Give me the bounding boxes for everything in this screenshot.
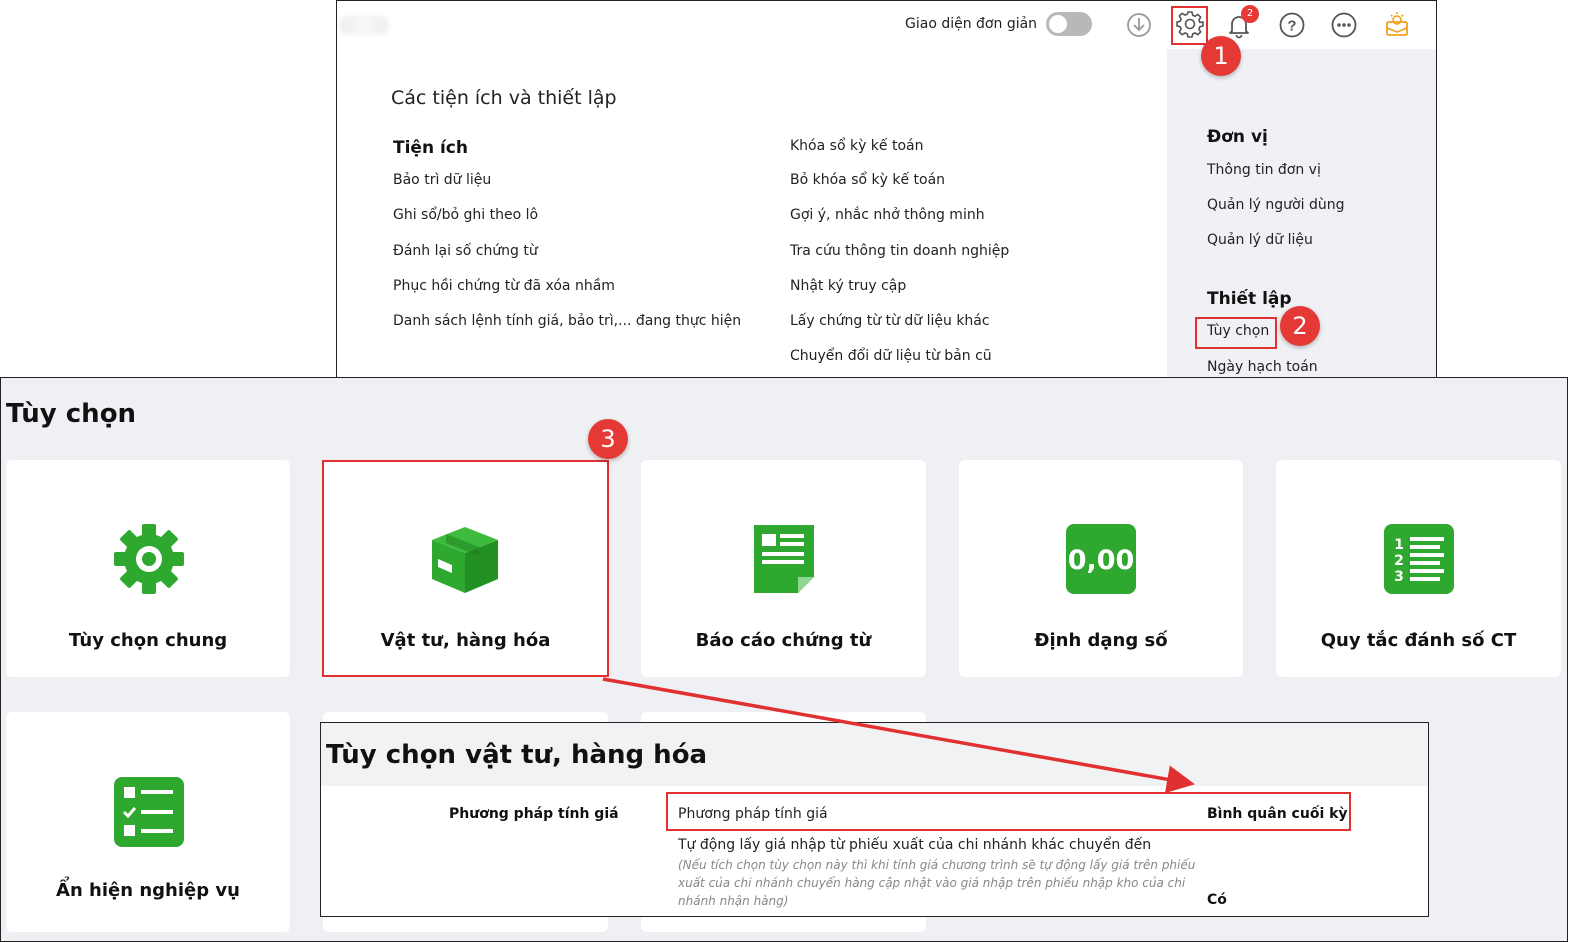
auto-import-price-note: (Nếu tích chọn tùy chọn này thì khi tính…: [678, 858, 1196, 908]
auto-import-price-value[interactable]: Có: [1207, 892, 1227, 908]
utility-link-smart-reminders[interactable]: Gợi ý, nhắc nhở thông minh: [790, 207, 985, 223]
costing-section-label: Phương pháp tính giá: [449, 806, 619, 822]
svg-text:2: 2: [1394, 553, 1404, 569]
utility-link-data-maintenance[interactable]: Bảo trì dữ liệu: [393, 172, 491, 188]
detail-title: Tùy chọn vật tư, hàng hóa: [326, 740, 708, 770]
utility-link-convert-old-data[interactable]: Chuyển đổi dữ liệu từ bản cũ: [790, 348, 992, 364]
utilities-page-title: Các tiện ích và thiết lập: [391, 87, 617, 109]
utility-link-business-lookup[interactable]: Tra cứu thông tin doanh nghiệp: [790, 243, 1009, 259]
notification-count-badge: 2: [1241, 5, 1259, 23]
help-icon[interactable]: ?: [1277, 10, 1307, 40]
number-format-icon-text: 0,00: [1068, 545, 1135, 576]
more-options-icon[interactable]: [1329, 10, 1359, 40]
option-card-general[interactable]: Tùy chọn chung: [6, 460, 290, 677]
option-card-number-format[interactable]: 0,00 Định dạng số: [959, 460, 1243, 677]
option-card-label: Tùy chọn chung: [68, 630, 228, 651]
utility-link-renumber-vouchers[interactable]: Đánh lại số chứng từ: [393, 243, 538, 259]
gear-icon: [114, 524, 184, 594]
step-badge-3: 3: [588, 419, 628, 459]
utility-link-running-jobs[interactable]: Danh sách lệnh tính giá, bảo trì,... đan…: [393, 313, 741, 329]
utility-link-restore-deleted[interactable]: Phục hồi chứng từ đã xóa nhầm: [393, 278, 615, 294]
option-card-label: Ẩn hiện nghiệp vụ: [56, 880, 240, 901]
unit-section-title: Đơn vị: [1207, 127, 1268, 147]
unit-link-info[interactable]: Thông tin đơn vị: [1207, 162, 1321, 178]
inventory-card-highlight-box: [322, 460, 609, 677]
document-icon: [754, 525, 814, 593]
utilities-section-title: Tiện ích: [393, 138, 468, 158]
step-badge-2: 2: [1280, 306, 1320, 346]
svg-text:3: 3: [1394, 569, 1404, 585]
setup-link-posting-date[interactable]: Ngày hạch toán: [1207, 359, 1318, 375]
download-icon[interactable]: [1124, 10, 1154, 40]
utility-link-lock-period[interactable]: Khóa sổ kỳ kế toán: [790, 138, 923, 154]
option-card-label: Báo cáo chứng từ: [695, 630, 872, 651]
options-page-title: Tùy chọn: [6, 399, 137, 429]
unit-link-data[interactable]: Quản lý dữ liệu: [1207, 232, 1313, 248]
unit-link-users[interactable]: Quản lý người dùng: [1207, 197, 1344, 213]
utility-link-import-other-data[interactable]: Lấy chứng từ từ dữ liệu khác: [790, 313, 990, 329]
number-format-icon: 0,00: [1066, 524, 1136, 594]
utility-link-access-log[interactable]: Nhật ký truy cập: [790, 278, 906, 294]
utility-link-batch-posting[interactable]: Ghi sổ/bỏ ghi theo lô: [393, 207, 538, 223]
checklist-icon: [114, 777, 184, 847]
gear-highlight-box: [1171, 6, 1208, 45]
blurred-account-name: [339, 15, 389, 35]
option-card-voucher-report[interactable]: Báo cáo chứng từ: [641, 460, 926, 677]
simple-ui-label: Giao diện đơn giản: [905, 16, 1038, 32]
svg-text:1: 1: [1394, 537, 1404, 553]
option-card-label: Quy tắc đánh số CT: [1320, 630, 1517, 651]
auto-import-price-name: Tự động lấy giá nhập từ phiếu xuất của c…: [678, 837, 1152, 853]
option-card-numbering-rules[interactable]: 1 2 3 Quy tắc đánh số CT: [1276, 460, 1561, 677]
option-card-label: Định dạng số: [1034, 630, 1168, 651]
settings-menu-panel: Giao diện đơn giản 2 ? Các tiện ích và t…: [336, 0, 1437, 378]
costing-method-highlight-box: [666, 792, 1351, 831]
utility-link-unlock-period[interactable]: Bỏ khóa sổ kỳ kế toán: [790, 172, 945, 188]
options-link-highlight-box: [1195, 317, 1277, 349]
step-badge-1: 1: [1201, 36, 1241, 76]
rewards-icon[interactable]: [1382, 10, 1412, 40]
toggle-knob: [1049, 15, 1067, 33]
setup-section-title: Thiết lập: [1207, 289, 1292, 309]
inventory-options-detail-panel: Tùy chọn vật tư, hàng hóa Phương pháp tí…: [320, 722, 1429, 917]
svg-text:?: ?: [1287, 18, 1296, 35]
simple-ui-toggle[interactable]: [1046, 12, 1092, 36]
option-card-show-hide-operations[interactable]: Ẩn hiện nghiệp vụ: [6, 712, 290, 932]
numbered-list-icon: 1 2 3: [1384, 524, 1454, 594]
top-toolbar: Giao diện đơn giản 2 ?: [337, 1, 1436, 49]
